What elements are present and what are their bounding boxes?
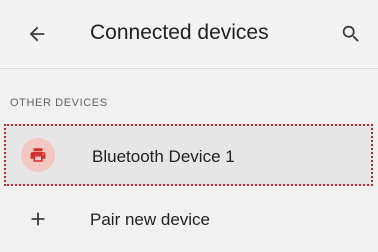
plus-icon xyxy=(27,208,49,230)
page-title: Connected devices xyxy=(90,21,269,44)
search-icon[interactable] xyxy=(340,23,362,45)
device-label: Bluetooth Device 1 xyxy=(92,147,235,166)
section-header-other-devices: OTHER DEVICES xyxy=(10,97,108,109)
pair-new-device-label: Pair new device xyxy=(90,210,211,229)
pair-new-device-item[interactable]: Pair new device xyxy=(0,192,378,248)
app-bar: Connected devices xyxy=(0,0,378,69)
device-avatar xyxy=(21,138,55,172)
arrow-back-icon[interactable] xyxy=(26,23,48,45)
device-item-bluetooth-device-1[interactable]: Bluetooth Device 1 xyxy=(4,124,373,186)
printer-icon xyxy=(30,148,46,162)
